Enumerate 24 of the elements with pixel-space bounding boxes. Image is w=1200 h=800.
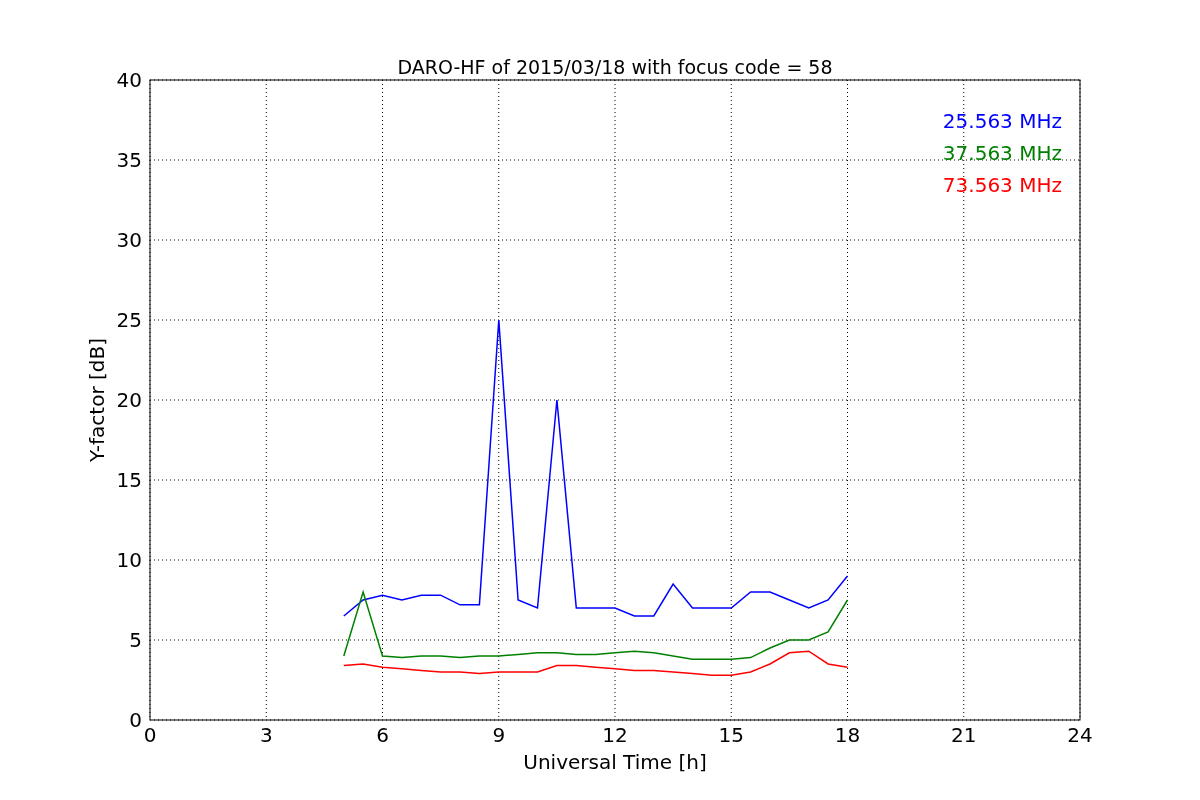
y-tick-label: 25 [116,308,142,332]
y-tick-label: 15 [116,468,142,492]
y-tick-label: 0 [129,708,142,732]
y-axis-label: Y-factor [dB] [85,338,109,462]
x-axis-label: Universal Time [h] [523,750,707,774]
x-tick-label: 3 [259,723,273,747]
y-tick-label: 30 [116,228,142,252]
x-tick-label: 0 [143,723,157,747]
y-tick-label: 5 [129,628,142,652]
y-tick-label: 10 [116,548,142,572]
y-tick-label: 20 [116,388,142,412]
legend-label: 25.563 MHz [942,109,1062,133]
y-tick-label: 35 [116,148,142,172]
legend-label: 37.563 MHz [942,141,1062,165]
legend-label: 73.563 MHz [942,173,1062,197]
x-tick-label: 9 [492,723,506,747]
x-tick-label: 6 [376,723,389,747]
x-tick-label: 21 [951,723,977,747]
chart-title: DARO-HF of 2015/03/18 with focus code = 58 [397,56,833,78]
x-tick-label: 12 [602,723,628,747]
x-tick-label: 18 [834,723,861,747]
x-tick-label: 24 [1067,723,1093,747]
x-tick-label: 15 [718,723,744,747]
y-tick-label: 40 [116,68,142,92]
